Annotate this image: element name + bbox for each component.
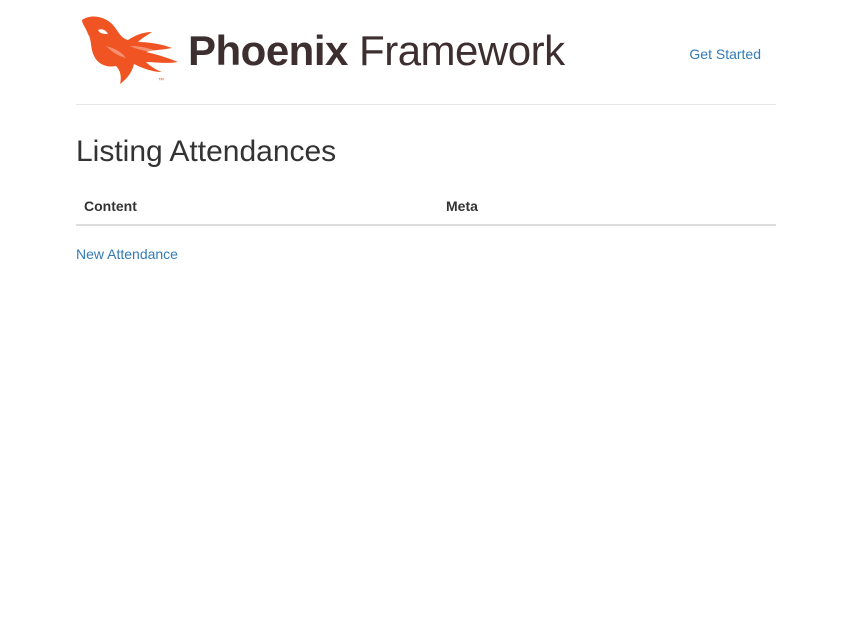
- get-started-link[interactable]: Get Started: [689, 46, 761, 62]
- page-container: ™ Phoenix Framework Get Started Listing …: [76, 0, 776, 262]
- column-header-content: Content: [76, 188, 438, 226]
- logo-wordmark: Phoenix Framework: [188, 30, 565, 72]
- phoenix-bird-icon: ™: [82, 16, 178, 84]
- logo-name-strong: Phoenix: [188, 27, 348, 74]
- column-header-meta: Meta: [438, 188, 776, 226]
- attendances-table: Content Meta: [76, 188, 776, 226]
- site-header: ™ Phoenix Framework Get Started: [76, 0, 776, 105]
- header-nav: Get Started: [689, 46, 761, 64]
- logo-name-light: Framework: [359, 27, 565, 74]
- new-attendance-link[interactable]: New Attendance: [76, 246, 178, 262]
- phoenix-logo[interactable]: ™ Phoenix Framework: [76, 12, 598, 86]
- svg-text:™: ™: [158, 77, 164, 84]
- table-header-row: Content Meta: [76, 188, 776, 226]
- page-title: Listing Attendances: [76, 135, 337, 168]
